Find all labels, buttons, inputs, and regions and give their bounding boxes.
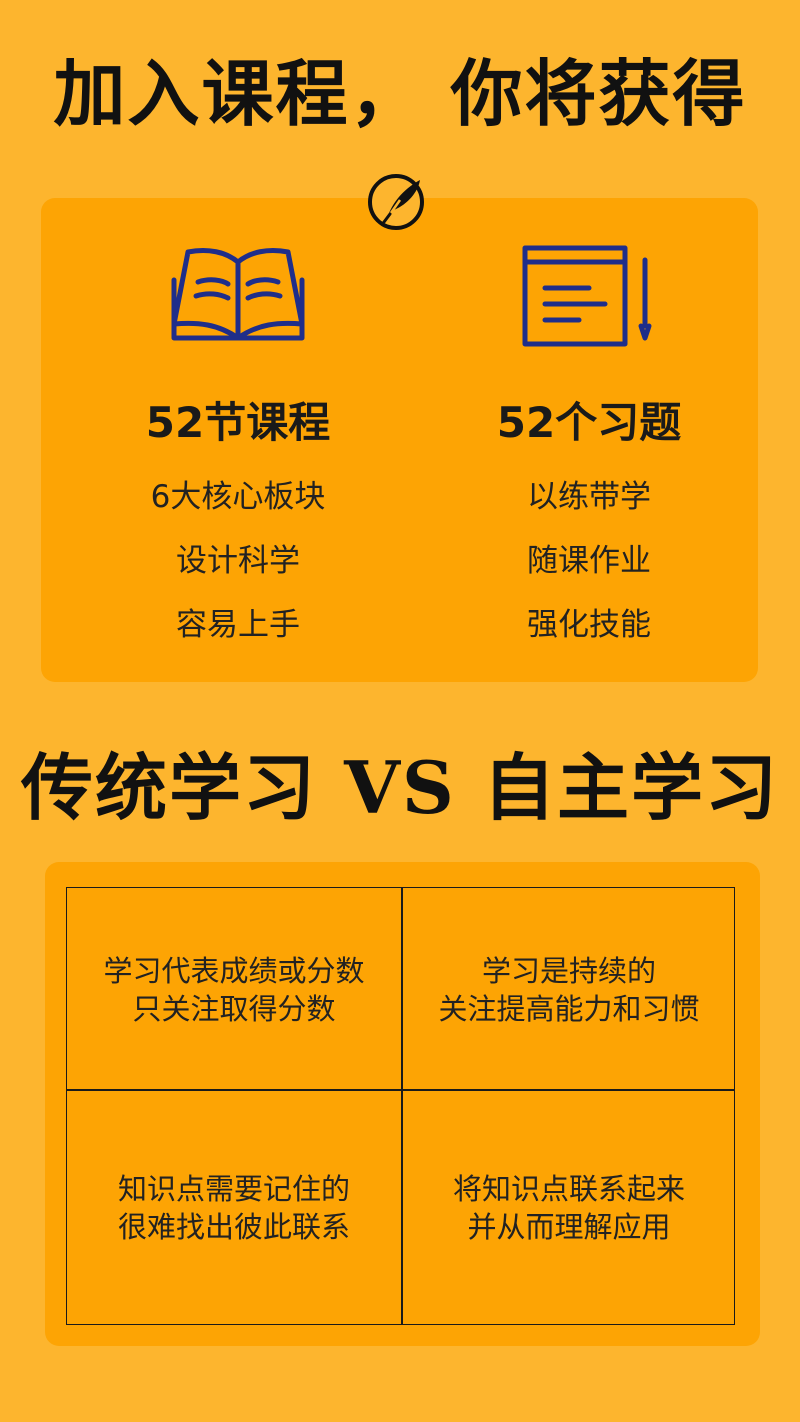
benefit-line: 6大核心板块 [150, 479, 326, 515]
cell-text: 知识点需要记住的 [117, 1172, 350, 1206]
cell-text: 很难找出彼此联系 [117, 1210, 350, 1244]
benefit-line: 设计科学 [176, 543, 300, 579]
benefit-heading: 52节课程 [145, 398, 331, 447]
autonomous-cell: 将知识点联系起来 并从而理解应用 [402, 1170, 736, 1246]
autonomous-cell: 学习是持续的 关注提高能力和习惯 [402, 952, 736, 1028]
quill-pen-icon [368, 174, 424, 230]
benefit-line: 随课作业 [527, 543, 651, 579]
cell-text: 将知识点联系起来 [452, 1172, 685, 1206]
cell-text: 并从而理解应用 [467, 1210, 671, 1244]
comparison-card: 学习代表成绩或分数 只关注取得分数 学习是持续的 关注提高能力和习惯 知识点需要… [45, 862, 760, 1346]
benefit-line: 以练带学 [527, 479, 651, 515]
comparison-table: 学习代表成绩或分数 只关注取得分数 学习是持续的 关注提高能力和习惯 知识点需要… [66, 887, 735, 1325]
open-book-icon [171, 247, 305, 341]
section-title-comparison: 传统学习 VS 自主学习 [21, 745, 779, 830]
cell-text: 学习代表成绩或分数 [103, 954, 365, 988]
section-title-benefits: 加入课程， 你将获得 [53, 51, 747, 136]
benefit-line: 强化技能 [527, 607, 651, 643]
table-divider [67, 1089, 734, 1091]
benefit-line: 容易上手 [176, 607, 300, 643]
benefits-card: 52节课程 6大核心板块 设计科学 容易上手 52个习题 以练带学 随课作业 强… [41, 198, 758, 682]
traditional-cell: 知识点需要记住的 很难找出彼此联系 [67, 1170, 401, 1246]
cell-text: 学习是持续的 [481, 954, 656, 988]
cell-text: 只关注取得分数 [132, 992, 336, 1026]
cell-text: 关注提高能力和习惯 [438, 992, 700, 1026]
benefit-heading: 52个习题 [496, 398, 682, 447]
notepad-pencil-icon [522, 245, 652, 347]
traditional-cell: 学习代表成绩或分数 只关注取得分数 [67, 952, 401, 1028]
